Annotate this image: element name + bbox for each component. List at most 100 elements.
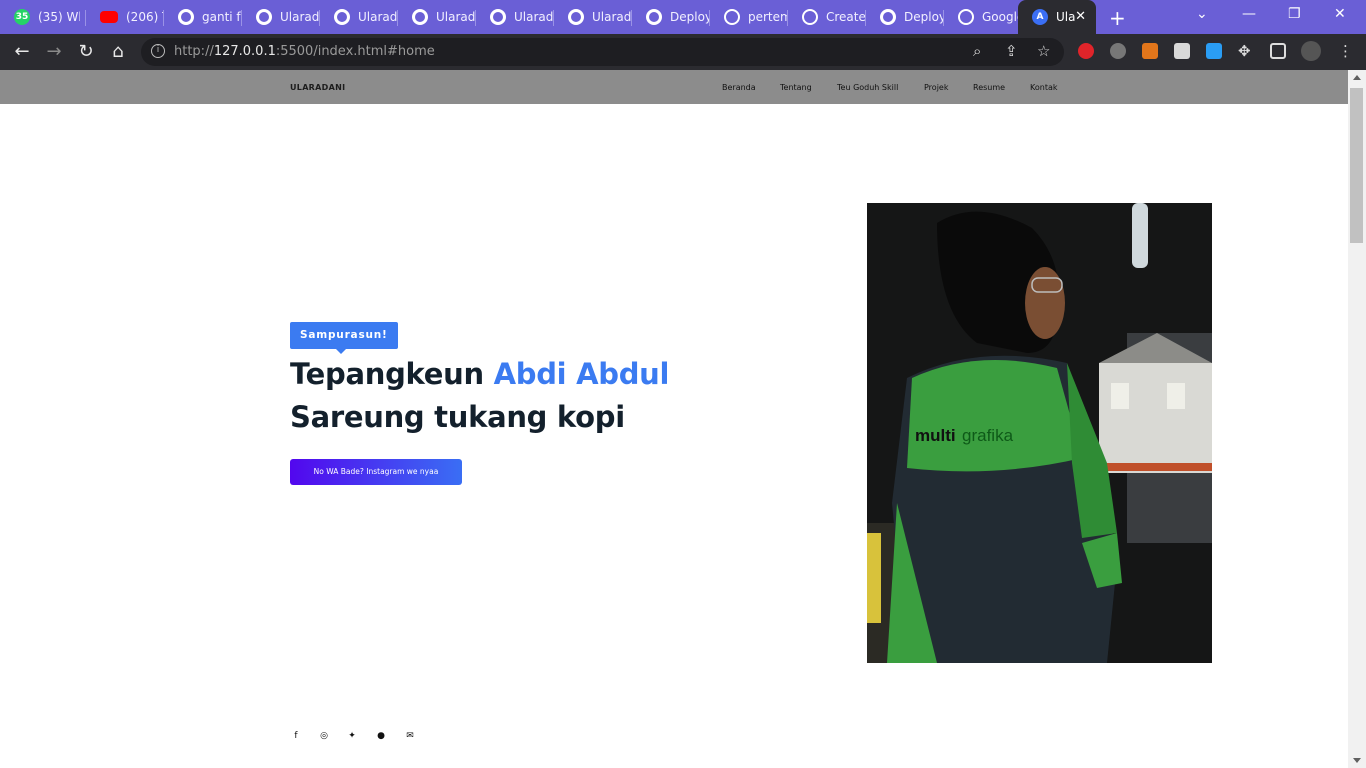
minimize-icon[interactable]: — — [1242, 6, 1256, 22]
site-navbar: ULARADANI Beranda Tentang Teu Goduh Skil… — [0, 70, 1348, 104]
heading-name: Abdi Abdul — [493, 357, 670, 391]
tab-active[interactable]: A Ula ✕ — [1018, 0, 1096, 34]
avatar[interactable] — [1301, 41, 1321, 61]
tab-youtube[interactable]: (206) Tab — [86, 4, 164, 30]
github-icon — [178, 9, 194, 25]
tab-github[interactable]: Ularadani — [320, 4, 398, 30]
tab-title: Deploy — [670, 10, 710, 24]
forward-icon[interactable]: → — [43, 41, 65, 63]
tab-whatsapp[interactable]: 35 (35) WhatsApp — [0, 4, 86, 30]
site-brand[interactable]: ULARADANI — [290, 83, 345, 92]
back-icon[interactable]: ← — [11, 41, 33, 63]
metamask-icon[interactable] — [1142, 43, 1158, 59]
heading-text: Tepangkeun — [290, 357, 494, 391]
tab-title: (206) Tab — [126, 10, 164, 24]
svg-text:multi: multi — [915, 426, 956, 445]
nav-link-projek[interactable]: Projek — [924, 83, 948, 92]
close-window-icon[interactable]: ✕ — [1334, 6, 1346, 22]
profile-photo-illustration: multi grafika — [867, 203, 1212, 663]
whatsapp-icon: 35 — [14, 9, 30, 25]
zoom-icon[interactable]: ⌕ — [973, 42, 981, 60]
close-tab-icon[interactable]: ✕ — [1075, 9, 1086, 24]
home-icon[interactable]: ⌂ — [107, 41, 129, 63]
url-path: :5500/index.html#home — [275, 44, 435, 59]
svg-text:grafika: grafika — [962, 426, 1014, 445]
tab-github[interactable]: Ularadani — [476, 4, 554, 30]
hero-heading: Tepangkeun Abdi Abdul Sareung tukang kop… — [290, 353, 669, 439]
app-icon: A — [1032, 9, 1048, 25]
puzzle-icon[interactable]: ✥ — [1238, 42, 1251, 60]
globe-icon — [724, 9, 740, 25]
tab-title: Ularadani — [514, 10, 554, 24]
nav-link-kontak[interactable]: Kontak — [1030, 83, 1057, 92]
tab-globe[interactable]: Create — [788, 4, 866, 30]
github-icon[interactable]: ● — [375, 730, 387, 742]
tab-title: Ularadani — [280, 10, 320, 24]
tab-title: Ularadani — [436, 10, 476, 24]
tab-search-icon[interactable]: ⌄ — [1196, 6, 1208, 22]
tab-globe[interactable]: pertemuan — [710, 4, 788, 30]
github-icon — [646, 9, 662, 25]
tab-title: Deploy — [904, 10, 944, 24]
github-icon — [412, 9, 428, 25]
tab-title: Ularadani — [592, 10, 632, 24]
mail-icon[interactable]: ✉ — [404, 730, 416, 742]
tab-github[interactable]: Ularadani — [554, 4, 632, 30]
url-text[interactable]: http://127.0.0.1:5500/index.html#home — [174, 44, 435, 59]
github-icon — [490, 9, 506, 25]
extension-icon[interactable] — [1110, 43, 1126, 59]
scroll-up-icon[interactable] — [1353, 75, 1361, 80]
profile-photo: multi grafika — [867, 203, 1212, 663]
adblock-icon[interactable] — [1078, 43, 1094, 59]
globe-icon — [802, 9, 818, 25]
browser-toolbar: ← → ↻ ⌂ i http://127.0.0.1:5500/index.ht… — [0, 34, 1366, 70]
tab-title: Ula — [1056, 10, 1076, 24]
scrollbar-thumb[interactable] — [1350, 88, 1363, 243]
greeting-badge: Sampurasun! — [290, 322, 398, 354]
tab-title: Google — [982, 10, 1018, 24]
facebook-icon[interactable]: f — [290, 730, 302, 742]
side-panel-icon[interactable] — [1270, 43, 1286, 59]
restore-icon[interactable]: ❐ — [1288, 6, 1301, 22]
nav-link-resume[interactable]: Resume — [973, 83, 1005, 92]
heading-subline: Sareung tukang kopi — [290, 400, 625, 434]
page-viewport: ULARADANI Beranda Tentang Teu Goduh Skil… — [0, 70, 1348, 768]
github-icon — [334, 9, 350, 25]
bookmark-star-icon[interactable]: ☆ — [1037, 42, 1050, 60]
nav-link-skill[interactable]: Teu Goduh Skill — [837, 83, 898, 92]
extension-icon[interactable] — [1206, 43, 1222, 59]
extension-icon[interactable] — [1174, 43, 1190, 59]
new-tab-button[interactable]: + — [1109, 6, 1126, 30]
contact-button[interactable]: No WA Bade? Instagram we nyaa — [290, 459, 462, 485]
tab-github[interactable]: Deploy — [632, 4, 710, 30]
youtube-icon — [100, 11, 118, 23]
github-icon — [256, 9, 272, 25]
github-icon — [568, 9, 584, 25]
tab-title: ganti foto — [202, 10, 242, 24]
tab-google[interactable]: Google — [944, 4, 1018, 30]
share-icon[interactable]: ⇪ — [1005, 42, 1018, 60]
nav-link-beranda[interactable]: Beranda — [722, 83, 756, 92]
globe-icon — [958, 9, 974, 25]
page-scrollbar[interactable] — [1348, 70, 1366, 768]
address-bar[interactable]: i http://127.0.0.1:5500/index.html#home … — [141, 38, 1064, 66]
tab-github[interactable]: Ularadani — [242, 4, 320, 30]
nav-link-tentang[interactable]: Tentang — [780, 83, 812, 92]
tab-github[interactable]: ganti foto — [164, 4, 242, 30]
tab-title: Ularadani — [358, 10, 398, 24]
browser-tab-strip: 35 (35) WhatsApp (206) Tab ganti foto Ul… — [0, 0, 1366, 34]
tab-github[interactable]: Deploy — [866, 4, 944, 30]
reload-icon[interactable]: ↻ — [75, 41, 97, 63]
tab-title: Create — [826, 10, 866, 24]
tab-title: (35) WhatsApp — [38, 10, 80, 24]
tab-title: pertemuan — [748, 10, 788, 24]
menu-kebab-icon[interactable]: ⋮ — [1338, 42, 1353, 60]
url-host: 127.0.0.1 — [213, 44, 276, 59]
twitter-icon[interactable]: ✦ — [346, 730, 358, 742]
scroll-down-icon[interactable] — [1353, 758, 1361, 763]
tab-github[interactable]: Ularadani — [398, 4, 476, 30]
site-info-icon[interactable]: i — [151, 44, 165, 58]
instagram-icon[interactable]: ◎ — [318, 730, 330, 742]
url-prefix: http:// — [174, 44, 214, 59]
github-icon — [880, 9, 896, 25]
